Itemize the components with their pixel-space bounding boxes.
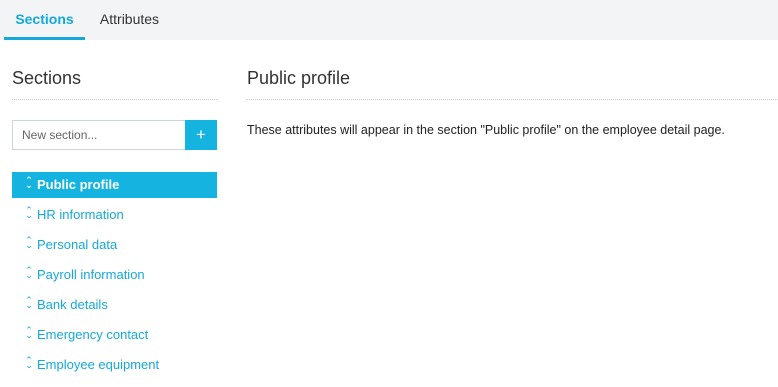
drag-handle-icon[interactable]: ⌃ ⌄ (24, 266, 34, 280)
drag-handle-icon[interactable]: ⌃ ⌄ (24, 206, 34, 220)
section-item-label: Emergency contact (37, 327, 149, 342)
section-item-public-profile[interactable]: ⌃ ⌄ Public profile (12, 172, 217, 198)
sidebar-divider (12, 99, 217, 100)
drag-handle-icon[interactable]: ⌃ ⌄ (24, 356, 34, 370)
main-divider (247, 99, 778, 100)
section-item-personal-data[interactable]: ⌃ ⌄ Personal data (12, 232, 217, 258)
section-item-label: Personal data (37, 237, 118, 252)
section-item-emergency-contact[interactable]: ⌃ ⌄ Emergency contact (12, 322, 217, 348)
new-section-form: + (12, 120, 217, 150)
add-section-button[interactable]: + (185, 120, 217, 150)
section-item-bank-details[interactable]: ⌃ ⌄ Bank details (12, 292, 217, 318)
sidebar-title: Sections (12, 68, 82, 88)
section-item-label: Employee equipment (37, 357, 160, 372)
drag-handle-icon[interactable]: ⌃ ⌄ (24, 176, 34, 190)
plus-icon: + (196, 125, 206, 144)
tab-sections[interactable]: Sections (4, 0, 85, 40)
section-item-label: Payroll information (37, 267, 145, 282)
drag-handle-icon[interactable]: ⌃ ⌄ (24, 236, 34, 250)
section-item-label: HR information (37, 207, 124, 222)
tab-attributes[interactable]: Attributes (85, 0, 174, 40)
new-section-input[interactable] (12, 120, 185, 150)
tab-bar: Sections Attributes (0, 0, 778, 40)
section-item-label: Public profile (37, 177, 120, 192)
drag-handle-icon[interactable]: ⌃ ⌄ (24, 326, 34, 340)
page-title: Public profile (247, 68, 351, 88)
section-list: ⌃ ⌄ Public profile ⌃ ⌄ HR information ⌃ ⌄ Pers… (12, 172, 217, 382)
section-item-hr-information[interactable]: ⌃ ⌄ HR information (12, 202, 217, 228)
section-item-employee-equipment[interactable]: ⌃ ⌄ Employee equipment (12, 352, 217, 378)
drag-handle-icon[interactable]: ⌃ ⌄ (24, 296, 34, 310)
section-description: These attributes will appear in the sect… (247, 123, 725, 137)
section-item-label: Bank details (37, 297, 108, 312)
section-item-payroll-information[interactable]: ⌃ ⌄ Payroll information (12, 262, 217, 288)
